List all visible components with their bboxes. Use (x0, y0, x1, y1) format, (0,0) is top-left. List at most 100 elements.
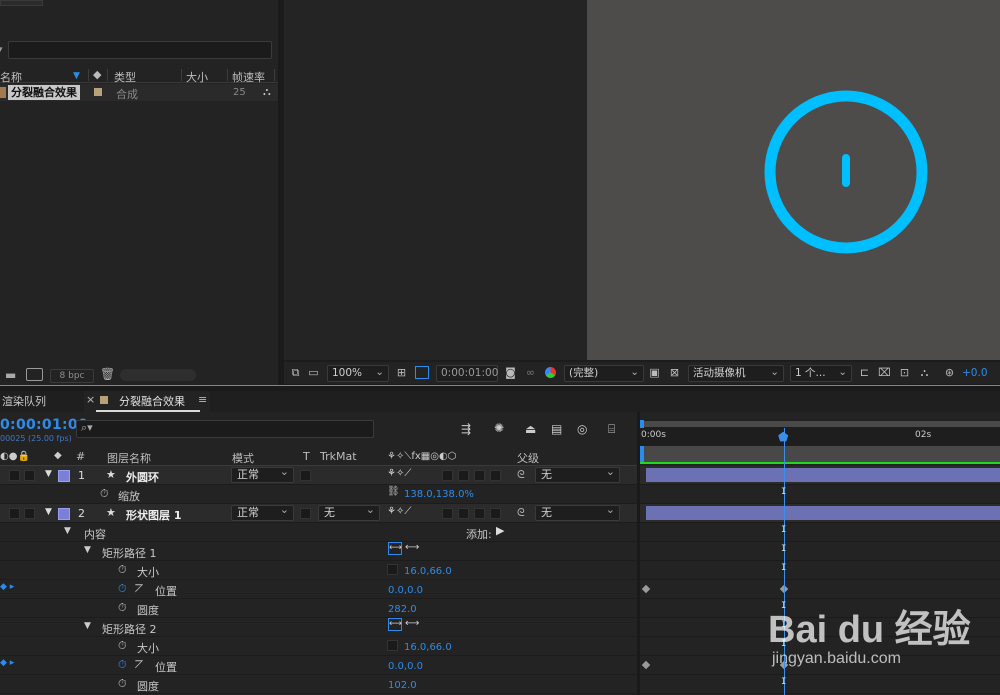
constrain-box[interactable] (387, 564, 398, 575)
expand-arrow-icon[interactable]: ▼ (84, 545, 91, 555)
switch-box[interactable] (474, 470, 485, 481)
zoom-dropdown[interactable]: 100% ⌄ (327, 365, 389, 382)
graph-icon[interactable]: ⦢ (135, 582, 143, 596)
stopwatch-active-icon[interactable]: ⏱ (118, 658, 127, 672)
constrain-box[interactable] (387, 640, 398, 651)
camera-snapshot-icon[interactable]: ◙ (504, 366, 517, 379)
current-time-display[interactable]: 0:00:01:00 (0, 417, 88, 433)
pick-whip-icon[interactable]: ᘓ (517, 468, 525, 482)
playhead-handle-icon[interactable]: ⬟ (778, 430, 788, 444)
stopwatch-icon[interactable]: ⏱ (118, 677, 127, 691)
mode-dropdown[interactable]: 正常 (231, 465, 294, 483)
add-menu-icon[interactable]: ▶ (496, 524, 504, 537)
timecode-display[interactable]: 0:00:01:00 (436, 365, 498, 382)
preserve-transparency-switch[interactable] (300, 508, 311, 519)
switch-box[interactable] (458, 470, 469, 481)
folder-icon[interactable]: ▬ (5, 368, 16, 382)
timeline-link-icon[interactable]: ⊡ (898, 366, 911, 379)
preserve-transparency-switch[interactable] (300, 470, 311, 481)
stopwatch-icon[interactable]: ⏱ (118, 639, 127, 653)
tab-comp-label[interactable]: 分裂融合效果 (119, 393, 185, 409)
flowchart-icon[interactable]: ⛬ (263, 85, 271, 99)
keyframe-nav-icon[interactable]: ◆ ▸ (0, 582, 14, 592)
size-value[interactable]: 16.0,66.0 (404, 566, 452, 577)
sort-arrow-icon[interactable]: ▼ (73, 71, 80, 81)
work-area-start-handle[interactable] (640, 446, 644, 462)
layer-duration-bar[interactable] (646, 506, 1000, 520)
stopwatch-icon[interactable]: ⏱ (118, 601, 127, 615)
layer-switch-set[interactable]: ⚘✧⟋ (387, 506, 411, 517)
path-direction-reverse-icon[interactable]: ⟷ (405, 618, 419, 629)
draft-3d-icon[interactable]: ✺ (494, 421, 504, 435)
video-switch[interactable] (9, 508, 20, 519)
av-switch-icons[interactable]: ◐●🔒 (0, 451, 30, 462)
col-size[interactable]: 大小 (186, 69, 208, 85)
label-color-swatch[interactable] (94, 88, 102, 96)
shy-icon[interactable]: ⏏ (525, 422, 536, 436)
time-ruler[interactable] (640, 428, 1000, 446)
col-type[interactable]: 类型 (114, 69, 136, 85)
video-switch[interactable] (9, 470, 20, 481)
constrain-link-icon[interactable]: ⛓ (387, 486, 400, 497)
graph-editor-icon[interactable]: ⌸ (608, 422, 615, 437)
position-value[interactable]: 0.0,0.0 (388, 585, 423, 596)
stopwatch-icon[interactable]: ⏱ (118, 563, 127, 577)
col-trkmat[interactable]: TrkMat (320, 450, 357, 463)
mode-dropdown[interactable]: 正常 (231, 503, 294, 521)
graph-icon[interactable]: ⦢ (135, 658, 143, 672)
parent-dropdown[interactable]: 无 (535, 465, 620, 483)
fast-preview-toggle-icon[interactable]: ⌧ (878, 366, 891, 379)
expand-arrow-icon[interactable]: ▼ (64, 526, 71, 536)
position-value[interactable]: 0.0,0.0 (388, 661, 423, 672)
exposure-value[interactable]: +0.0 (962, 367, 988, 379)
keyframe-nav-icon[interactable]: ◆ ▸ (0, 658, 14, 668)
layer-label-swatch[interactable] (58, 470, 70, 482)
project-scrollbar[interactable] (120, 369, 196, 381)
label-header-icon[interactable]: ◆ (54, 450, 62, 461)
expand-arrow-icon[interactable]: ▼ (45, 469, 52, 479)
col-fps[interactable]: 帧速率 (232, 69, 265, 85)
frame-blending-icon[interactable]: ▤ (551, 422, 562, 436)
stopwatch-active-icon[interactable]: ⏱ (118, 582, 127, 596)
bpc-button[interactable]: 8 bpc (50, 369, 94, 383)
audio-switch[interactable] (24, 470, 35, 481)
stopwatch-icon[interactable]: ⏱ (100, 487, 109, 501)
composition-canvas[interactable] (587, 0, 1000, 360)
switch-box[interactable] (442, 470, 453, 481)
layer-label-swatch[interactable] (58, 508, 70, 520)
switch-box[interactable] (442, 508, 453, 519)
comp-mini-flowchart-icon[interactable]: ⇶ (461, 422, 471, 436)
search-dropdown-icon[interactable]: ▾ (0, 45, 3, 55)
layer-name[interactable]: 外圆环 (126, 469, 159, 485)
col-number[interactable]: # (76, 450, 85, 463)
close-tab-icon[interactable]: × (86, 393, 95, 406)
work-area-bar[interactable] (640, 446, 1000, 462)
resolution-dropdown[interactable]: (完整) ⌄ (564, 365, 644, 382)
timeline-search-input[interactable] (76, 420, 374, 438)
toggle-pixel-icon[interactable]: ⊏ (858, 366, 871, 379)
switch-box[interactable] (458, 508, 469, 519)
project-item-name[interactable]: 分裂融合效果 (8, 85, 80, 100)
roundness-value[interactable]: 282.0 (388, 604, 417, 615)
path-direction-icon[interactable]: ⟷ (388, 618, 402, 631)
switch-box[interactable] (490, 470, 501, 481)
trash-icon[interactable]: 🗑 (100, 367, 115, 381)
region-of-interest-icon[interactable] (415, 366, 429, 379)
col-mode[interactable]: 模式 (232, 450, 254, 466)
transparency-grid-icon[interactable]: ⊠ (668, 366, 681, 379)
layer-duration-bar[interactable] (646, 468, 1000, 482)
parent-dropdown[interactable]: 无 (535, 503, 620, 521)
col-parent[interactable]: 父级 (517, 450, 539, 466)
path-direction-icon[interactable]: ⟷ (388, 542, 402, 555)
project-search-input[interactable] (8, 41, 272, 59)
motion-blur-icon[interactable]: ◎ (577, 422, 587, 436)
audio-switch[interactable] (24, 508, 35, 519)
exposure-reset-icon[interactable]: ⊛ (943, 366, 956, 379)
expand-arrow-icon[interactable]: ▼ (45, 507, 52, 517)
trkmat-dropdown[interactable]: 无 (318, 503, 380, 521)
col-name[interactable]: 名称 (0, 69, 22, 85)
always-preview-icon[interactable]: ⧉ (289, 366, 302, 379)
col-layer-name[interactable]: 图层名称 (107, 450, 151, 466)
scale-value[interactable]: 138.0,138.0% (404, 489, 474, 500)
show-snapshot-icon[interactable]: ∞ (524, 366, 537, 379)
